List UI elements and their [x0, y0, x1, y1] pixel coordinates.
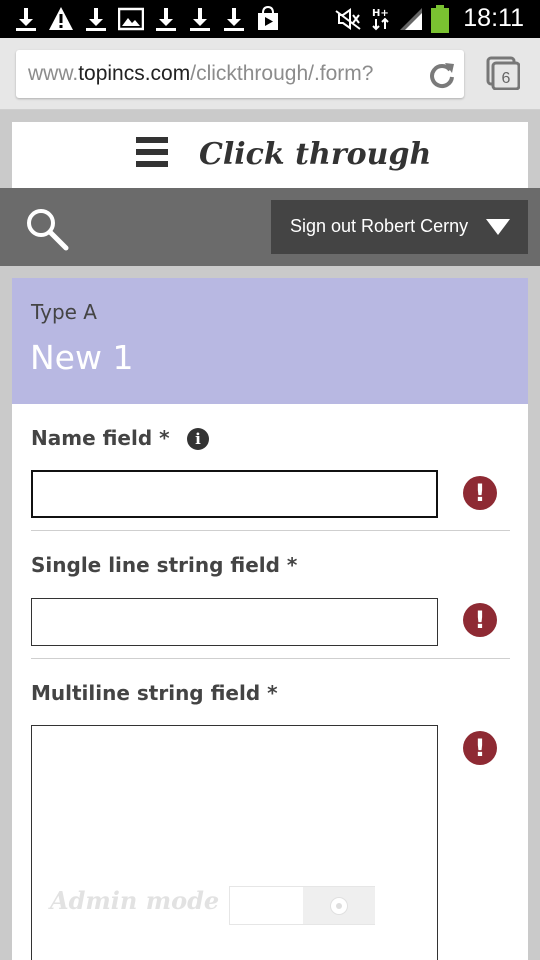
url-bar[interactable]: www.topincs.com/clickthrough/.form? — [16, 50, 464, 98]
url-path: /clickthrough/.form? — [190, 62, 374, 85]
signal-icon — [400, 7, 423, 30]
web-page: Click through Sign out Robert Cerny Type… — [0, 110, 540, 960]
error-icon: ! — [463, 731, 497, 765]
status-bar: H+ 18:11 — [0, 0, 540, 38]
warning-icon — [49, 7, 73, 30]
error-icon: ! — [463, 476, 497, 510]
play-store-icon — [258, 6, 278, 30]
name-field-label: Name field * — [31, 426, 170, 450]
battery-icon — [431, 4, 450, 33]
name-field-input[interactable] — [31, 470, 438, 518]
app-title: Click through — [199, 137, 432, 172]
download-icon — [224, 8, 244, 31]
divider — [31, 658, 510, 659]
mute-icon — [335, 7, 361, 30]
signout-label: Sign out Robert Cerny — [290, 216, 469, 236]
record-name: New 1 — [30, 338, 134, 377]
tabs-icon[interactable]: 6 — [486, 56, 520, 90]
url-domain: topincs.com — [78, 62, 191, 85]
download-icon — [156, 8, 176, 31]
download-icon — [190, 8, 210, 31]
app-header: Click through — [12, 122, 528, 188]
toggle-dot-icon — [330, 897, 348, 915]
single-line-field-label: Single line string field * — [31, 553, 298, 577]
tab-count: 6 — [502, 70, 511, 87]
search-icon[interactable] — [24, 206, 70, 252]
menu-icon[interactable] — [136, 137, 168, 171]
hplus-label: H+ — [372, 8, 389, 19]
error-icon: ! — [463, 603, 497, 637]
browser-toolbar: www.topincs.com/clickthrough/.form? 6 — [0, 38, 540, 110]
info-icon[interactable]: i — [187, 428, 209, 450]
admin-mode-toggle[interactable] — [229, 886, 375, 925]
url-text[interactable]: www.topincs.com/clickthrough/.form? — [28, 62, 423, 86]
hplus-data-icon: H+ — [372, 8, 389, 30]
signout-button[interactable]: Sign out Robert Cerny — [271, 200, 528, 254]
admin-mode-label: Admin mode — [50, 886, 220, 915]
single-line-field-input[interactable] — [31, 598, 438, 646]
divider — [31, 530, 510, 531]
form-header: Type A New 1 — [12, 278, 528, 404]
toggle-knob[interactable] — [303, 887, 375, 924]
image-icon — [118, 7, 144, 31]
reload-icon[interactable] — [428, 61, 456, 89]
download-icon — [86, 8, 106, 31]
app-toolbar: Sign out Robert Cerny — [0, 188, 540, 266]
type-label: Type A — [31, 300, 97, 324]
chevron-down-icon — [486, 219, 510, 235]
multiline-field-label: Multiline string field * — [31, 681, 278, 705]
download-icon — [16, 8, 36, 31]
form-card: Type A New 1 Name field * i ! Single lin… — [12, 278, 528, 960]
url-prefix: www. — [28, 62, 79, 85]
clock: 18:11 — [463, 4, 524, 32]
